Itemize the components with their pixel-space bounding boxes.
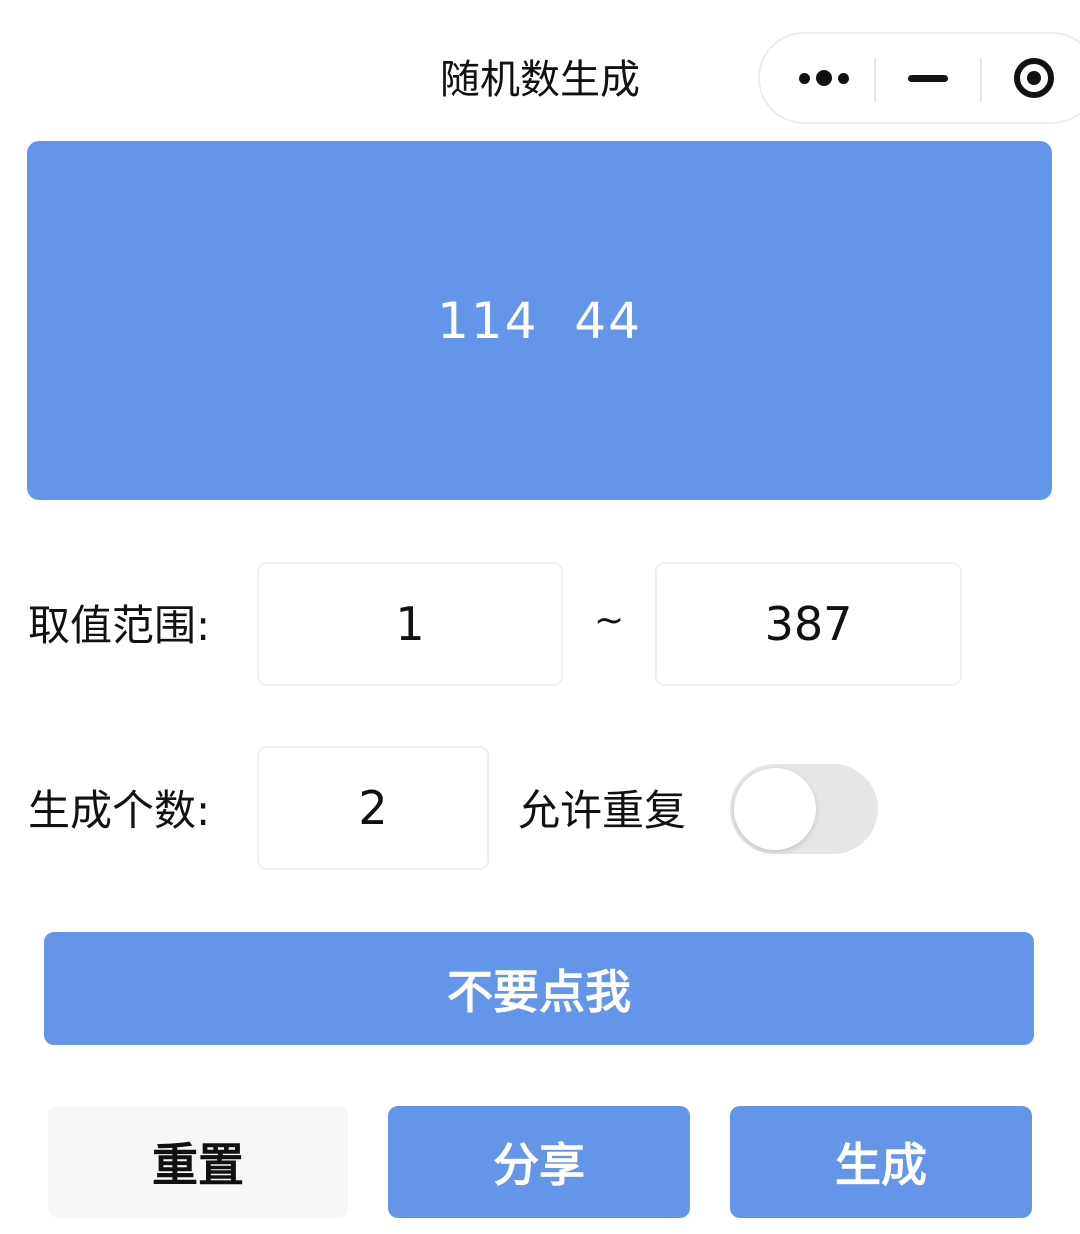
share-button[interactable]: 分享	[388, 1106, 690, 1218]
result-numbers: 114 44	[437, 291, 642, 350]
toggle-knob	[734, 768, 816, 850]
count-field[interactable]	[257, 746, 489, 870]
do-not-click-button[interactable]: 不要点我	[44, 932, 1034, 1045]
close-button[interactable]	[982, 34, 1080, 122]
range-min-input[interactable]	[259, 563, 561, 685]
range-max-input[interactable]	[657, 563, 960, 685]
random-number-page: 随机数生成 114 44 取值范围: ~	[0, 0, 1080, 1234]
allow-repeat-toggle[interactable]	[730, 764, 878, 854]
generate-button[interactable]: 生成	[730, 1106, 1032, 1218]
result-panel: 114 44	[27, 141, 1052, 500]
more-button[interactable]	[774, 34, 874, 122]
range-min-field[interactable]	[257, 562, 563, 686]
minimize-button[interactable]	[876, 34, 980, 122]
count-label: 生成个数:	[28, 786, 211, 835]
count-input[interactable]	[259, 747, 487, 869]
target-close-icon	[1014, 58, 1054, 98]
range-max-field[interactable]	[655, 562, 962, 686]
range-label: 取值范围:	[28, 601, 211, 650]
range-separator: ~	[594, 600, 625, 641]
more-icon	[799, 70, 849, 86]
minimize-icon	[908, 74, 948, 82]
allow-repeat-label: 允许重复	[518, 786, 687, 835]
reset-button[interactable]: 重置	[48, 1106, 348, 1218]
capsule-menu	[758, 32, 1080, 124]
navigation-bar: 随机数生成	[0, 0, 1080, 140]
